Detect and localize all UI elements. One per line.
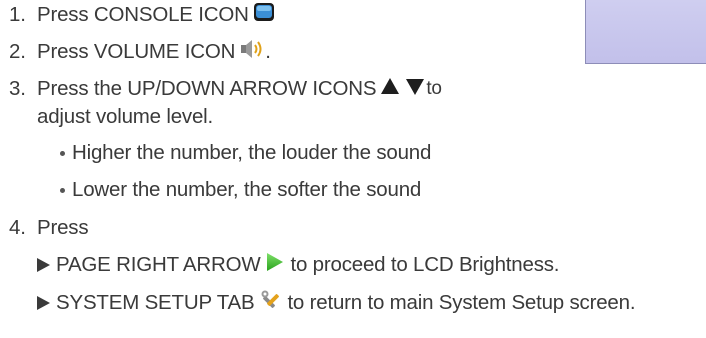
list-item: Higher the number, the louder the sound — [0, 140, 600, 166]
page-right-arrow-icon — [265, 251, 285, 279]
action-item: SYSTEM SETUP TAB to return to main Syste… — [0, 290, 706, 316]
bullet-text: Lower the number, the softer the sound — [72, 178, 422, 201]
action-prefix: PAGE RIGHT ARROW — [56, 253, 261, 276]
step-trail: . — [265, 40, 271, 63]
step-number: 4. — [9, 216, 26, 239]
step-text: Press the UP/DOWN ARROW ICONS — [37, 77, 377, 100]
action-suffix: to return to main System Setup screen. — [287, 291, 636, 314]
step-continuation-text: adjust volume level. — [37, 105, 214, 128]
step-number: 2. — [9, 40, 26, 63]
action-prefix: SYSTEM SETUP TAB — [56, 291, 255, 314]
console-icon — [253, 2, 275, 28]
bullet-dot — [60, 151, 65, 156]
step-3: 3. Press the UP/DOWN ARROW ICONS to — [0, 76, 600, 102]
step-number: 3. — [9, 77, 26, 100]
step-trail: to — [426, 78, 442, 99]
bullet-dot — [60, 188, 65, 193]
action-item: PAGE RIGHT ARROW to proceed to LCD Brigh… — [0, 252, 706, 278]
action-suffix: to proceed to LCD Brightness. — [290, 253, 560, 276]
screen-panel-fragment — [585, 0, 706, 64]
triangle-bullet-icon — [37, 258, 50, 272]
bullet-text: Higher the number, the louder the sound — [72, 141, 432, 164]
step-3-continuation: adjust volume level. — [0, 104, 600, 130]
step-text: Press CONSOLE ICON — [37, 3, 249, 26]
step-1: 1. Press CONSOLE ICON — [0, 2, 600, 28]
step-number: 1. — [9, 3, 26, 26]
volume-icon — [239, 39, 265, 65]
up-down-arrow-icons — [380, 76, 426, 102]
system-setup-tab-icon — [259, 288, 283, 318]
list-item: Lower the number, the softer the sound — [0, 177, 600, 203]
step-text: Press VOLUME ICON — [37, 40, 236, 63]
triangle-bullet-icon — [37, 296, 50, 310]
step-text: Press — [37, 216, 89, 239]
step-2: 2. Press VOLUME ICON . — [0, 39, 600, 65]
step-4: 4. Press — [0, 215, 600, 241]
